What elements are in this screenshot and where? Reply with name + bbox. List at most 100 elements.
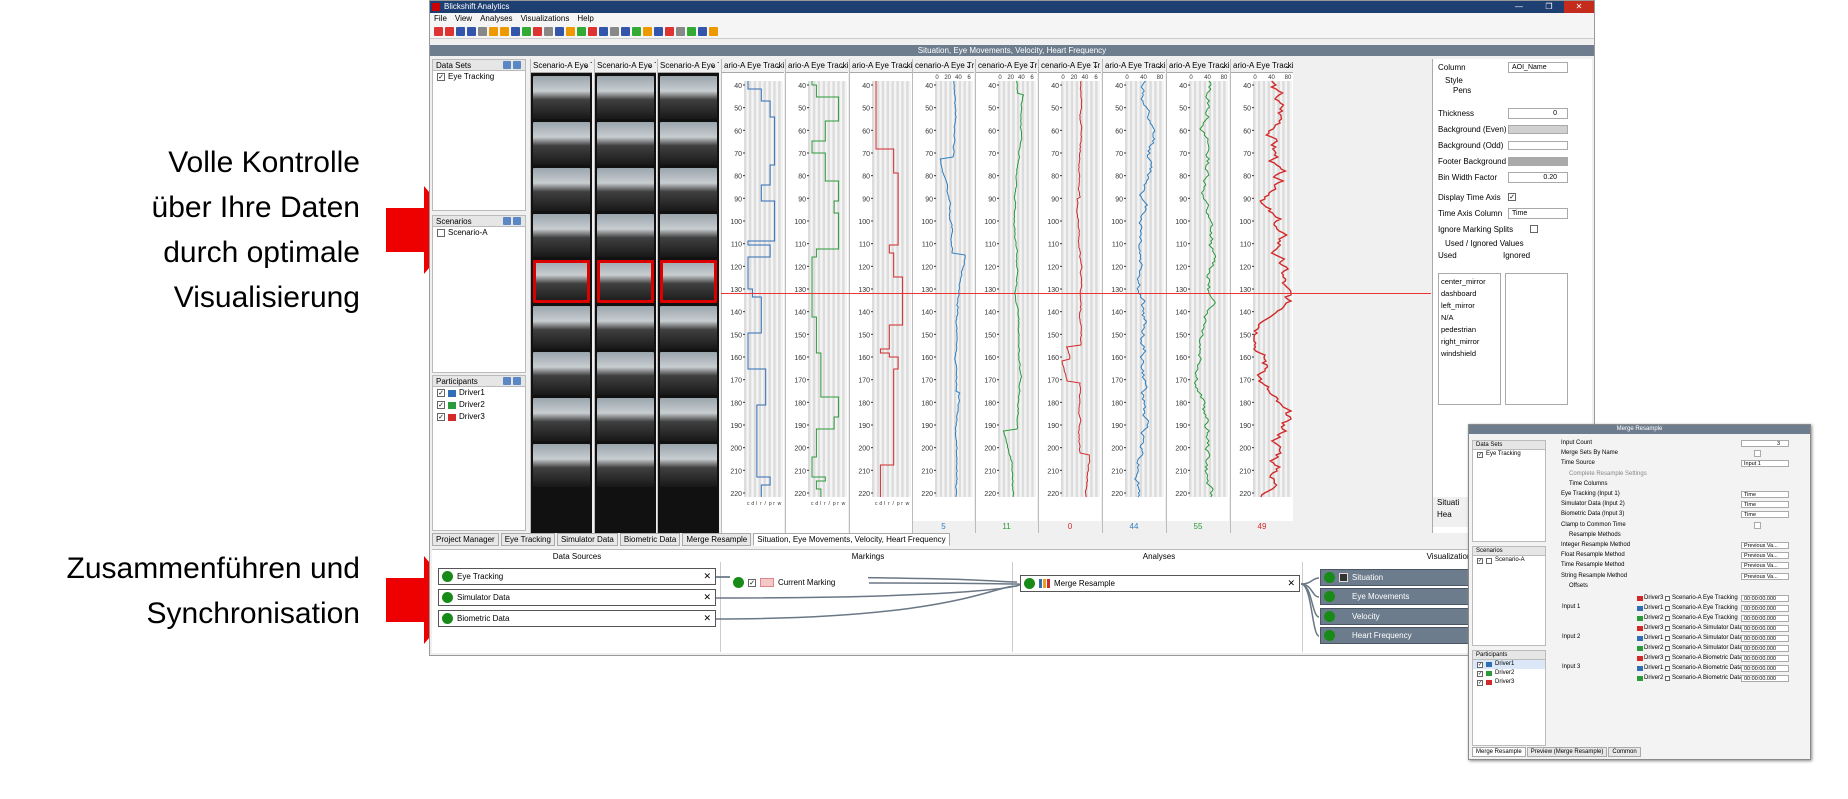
list-item[interactable]: ✓ Eye Tracking — [1473, 450, 1545, 459]
data-column[interactable]: Scenario-A Eye Tr ⌄ — [530, 59, 592, 533]
video-frame[interactable] — [660, 214, 717, 257]
toolbar-icon[interactable] — [566, 27, 575, 36]
list-item[interactable]: ✓ Eye Tracking — [433, 71, 525, 83]
checkbox[interactable]: ✓ — [1477, 661, 1483, 668]
maximize-icon[interactable]: ❐ — [1534, 1, 1564, 13]
property-value[interactable]: Previous Va... — [1741, 552, 1789, 560]
chevron-down-icon[interactable]: ⌄ — [1284, 59, 1291, 72]
video-frame[interactable] — [660, 444, 717, 487]
video-frame[interactable] — [533, 444, 590, 487]
toolbar-icon[interactable] — [687, 27, 696, 36]
column-select[interactable]: AOI_Name — [1508, 61, 1568, 73]
checkbox[interactable] — [1665, 676, 1670, 681]
checkbox[interactable] — [1665, 616, 1670, 621]
search-icon[interactable] — [503, 217, 511, 225]
tab-merge-resample[interactable]: Merge Resample — [682, 533, 752, 546]
list-item[interactable]: ✓ Driver2 — [433, 399, 525, 411]
toolbar-icon[interactable] — [478, 27, 487, 36]
chevron-down-icon[interactable]: ⌄ — [1028, 59, 1035, 72]
column-header[interactable]: ario-A Eye Tracki ⌄ — [850, 59, 912, 73]
close-icon[interactable]: ✕ — [703, 571, 711, 582]
toolbar-icon[interactable] — [665, 27, 674, 36]
video-frame[interactable] — [660, 398, 717, 441]
data-column[interactable]: ario-A Eye Tracki ⌄ 40 50 60 70 80 90 100 110 120 1… — [1166, 59, 1229, 533]
column-header[interactable]: ario-A Eye Tracki ⌄ — [1103, 59, 1165, 73]
toolbar-icon[interactable] — [577, 27, 586, 36]
list-item[interactable]: ✓ Driver1 — [433, 387, 525, 399]
list-item[interactable]: N/A — [1441, 312, 1498, 324]
section-label[interactable]: Complete Resample Settings — [1569, 471, 1647, 477]
list-item[interactable]: ✓ Scenario-A — [1473, 556, 1545, 565]
video-frame[interactable] — [660, 260, 717, 303]
filter-icon[interactable] — [513, 61, 521, 69]
checkbox[interactable] — [1665, 656, 1670, 661]
data-column[interactable]: ario-A Eye Tracki ⌄ 40 50 60 70 80 90 100 110 120 1… — [1102, 59, 1165, 533]
video-frame[interactable] — [597, 306, 654, 349]
data-column[interactable]: cenario-A Eye Tr ⌄ 40 50 60 70 80 90 100 110 120 13… — [912, 59, 974, 533]
list-item[interactable]: left_mirror — [1441, 300, 1498, 312]
chevron-down-icon[interactable]: ⌄ — [647, 59, 654, 72]
thickness-input[interactable]: 0 — [1508, 107, 1568, 119]
offset-input[interactable]: 00:00:00.000 — [1741, 645, 1789, 652]
used-values-list[interactable]: center_mirror dashboard left_mirror N/A pede… — [1438, 273, 1501, 405]
toolbar-icon[interactable] — [522, 27, 531, 36]
toolbar-icon[interactable] — [489, 27, 498, 36]
chevron-down-icon[interactable]: ⌄ — [710, 59, 717, 72]
time-marker-line[interactable] — [721, 293, 1431, 294]
toolbar-icon[interactable] — [533, 27, 542, 36]
checkbox[interactable]: ✓ — [437, 413, 445, 421]
list-item[interactable]: dashboard — [1441, 288, 1498, 300]
tab-eye-tracking[interactable]: Eye Tracking — [500, 533, 555, 546]
toolbar-icon[interactable] — [555, 27, 564, 36]
marking-node[interactable]: ✓ Current Marking — [730, 574, 868, 591]
toolbar-icon[interactable] — [698, 27, 707, 36]
chevron-down-icon[interactable]: ⌄ — [775, 59, 782, 72]
offset-input[interactable]: 00:00:00.000 — [1741, 605, 1789, 612]
toolbar-icon[interactable] — [500, 27, 509, 36]
video-frame[interactable] — [533, 398, 590, 441]
toolbar-icon[interactable] — [709, 27, 718, 36]
video-frame[interactable] — [597, 260, 654, 303]
offset-input[interactable]: 00:00:00.000 — [1741, 625, 1789, 632]
property-value[interactable]: 3 — [1741, 440, 1789, 447]
property-value[interactable]: Input 1 — [1741, 460, 1789, 468]
video-frame[interactable] — [660, 76, 717, 119]
video-frame[interactable] — [533, 214, 590, 257]
checkbox[interactable] — [1665, 596, 1670, 601]
video-frame[interactable] — [533, 260, 590, 303]
video-frame[interactable] — [660, 352, 717, 395]
close-icon[interactable]: ✕ — [703, 592, 711, 603]
video-frame[interactable] — [660, 168, 717, 211]
checkbox[interactable]: ✓ — [437, 401, 445, 409]
checkbox[interactable] — [1754, 450, 1761, 458]
video-frame[interactable] — [597, 352, 654, 395]
tab-situation[interactable]: Situation, Eye Movements, Velocity, Hear… — [753, 533, 950, 546]
data-column[interactable]: ario-A Eye Tracki ⌄ 40 50 60 70 80 90 100 110 120 1… — [1230, 59, 1293, 533]
data-column[interactable]: ario-A Eye Tracki ⌄ 40 50 60 70 80 90 100 110 120 1… — [849, 59, 912, 533]
checkbox[interactable]: ✓ — [1508, 193, 1516, 201]
chevron-down-icon[interactable]: ⌄ — [583, 59, 590, 72]
offset-input[interactable]: 00:00:00.000 — [1741, 595, 1789, 602]
source-node-eye-tracking[interactable]: Eye Tracking ✕ — [438, 568, 716, 585]
column-header[interactable]: Scenario-A Eye Tr ⌄ — [658, 59, 719, 73]
offset-input[interactable]: 00:00:00.000 — [1741, 675, 1789, 682]
tab-project-manager[interactable]: Project Manager — [432, 533, 499, 546]
video-frame[interactable] — [533, 352, 590, 395]
toolbar-icon[interactable] — [588, 27, 597, 36]
video-frame[interactable] — [597, 76, 654, 119]
property-value[interactable]: Previous Va... — [1741, 542, 1789, 549]
menu-view[interactable]: View — [455, 13, 472, 25]
checkbox[interactable] — [1665, 666, 1670, 671]
checkbox[interactable] — [1665, 606, 1670, 611]
viz-node-situation[interactable]: Situation — [1320, 569, 1480, 586]
data-column[interactable]: ario-A Eye Tracki ⌄ 40 50 60 70 80 90 100 110 120 1… — [785, 59, 848, 533]
checkbox[interactable]: ✓ — [437, 73, 445, 81]
tab-common[interactable]: Common — [1608, 747, 1641, 757]
tab-merge-resample[interactable]: Merge Resample — [1472, 747, 1526, 757]
offset-input[interactable]: 00:00:00.000 — [1741, 655, 1789, 662]
list-item[interactable]: Scenario-A — [433, 227, 525, 239]
toolbar-icon[interactable] — [676, 27, 685, 36]
tab-biometric-data[interactable]: Biometric Data — [619, 533, 681, 546]
data-column[interactable]: Scenario-A Eye Tr ⌄ — [657, 59, 719, 533]
checkbox[interactable]: ✓ — [1477, 557, 1483, 564]
